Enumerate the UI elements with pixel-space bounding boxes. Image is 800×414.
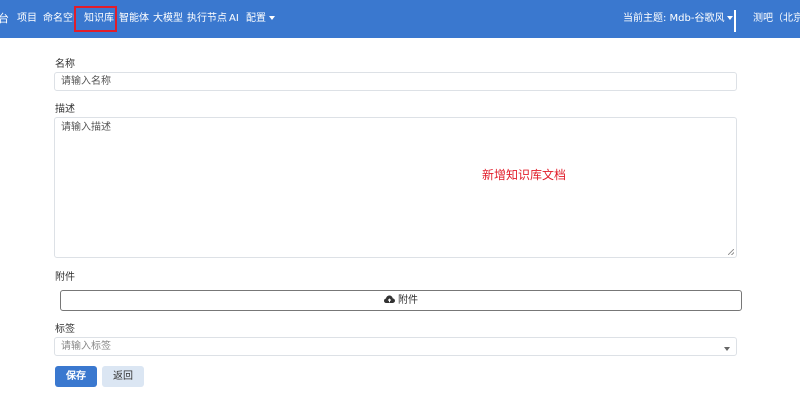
- description-label: 描述: [55, 104, 75, 115]
- back-button[interactable]: 返回: [102, 366, 144, 387]
- name-input-placeholder: 请输入名称: [61, 76, 111, 87]
- save-button[interactable]: 保存: [55, 366, 97, 387]
- attachment-upload-button[interactable]: 附件: [60, 290, 742, 311]
- caret-down-icon: [727, 16, 734, 20]
- nav-item-ai[interactable]: AI: [229, 0, 239, 38]
- caret-down-icon: [724, 347, 730, 351]
- knowledge-base-highlight-box: [74, 6, 117, 32]
- attachment-label: 附件: [55, 272, 75, 283]
- nav-item-llm-models[interactable]: 大模型: [153, 0, 183, 38]
- nav-item-config-label: 配置: [246, 13, 266, 24]
- top-navbar: 台 项目 命名空间 知识库 智能体 大模型 执行节点 AI 配置 当前主题: M…: [0, 0, 800, 38]
- annotation-text: 新增知识库文档: [482, 168, 567, 182]
- caret-down-icon: [269, 16, 275, 20]
- tags-label: 标签: [55, 324, 75, 335]
- navbar-divider: [734, 10, 736, 32]
- description-textarea[interactable]: 请输入描述: [54, 117, 737, 258]
- theme-selector[interactable]: 当前主题: Mdb-谷歌风: [623, 0, 734, 38]
- nav-item-exec-nodes[interactable]: 执行节点: [187, 0, 227, 38]
- description-placeholder: 请输入描述: [61, 122, 111, 133]
- tags-placeholder: 请输入标签: [61, 341, 111, 352]
- nav-item-agents[interactable]: 智能体: [119, 0, 149, 38]
- theme-selector-label: 当前主题: Mdb-谷歌风: [623, 13, 725, 24]
- resize-grip-icon[interactable]: [728, 249, 734, 255]
- name-label: 名称: [55, 59, 75, 70]
- cloud-upload-icon: [384, 295, 395, 303]
- brand-logo-text[interactable]: 台: [0, 0, 9, 38]
- user-menu[interactable]: 测吧（北京）: [753, 0, 800, 38]
- tags-select[interactable]: 请输入标签: [54, 337, 737, 356]
- attachment-button-label: 附件: [398, 295, 418, 306]
- nav-item-projects[interactable]: 项目: [17, 0, 37, 38]
- nav-item-config[interactable]: 配置: [246, 0, 275, 38]
- nav-item-namespaces[interactable]: 命名空间: [43, 0, 74, 38]
- name-input[interactable]: 请输入名称: [54, 72, 737, 91]
